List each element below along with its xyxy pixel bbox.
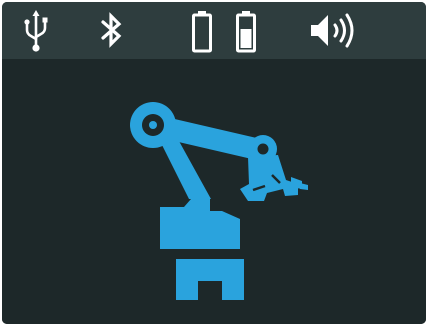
industrial-robot-arm-icon (130, 102, 308, 300)
main-screen (2, 59, 426, 324)
usb-icon (24, 10, 48, 52)
device-display (2, 2, 426, 324)
status-bar (2, 2, 426, 59)
battery-icon (236, 11, 256, 53)
bluetooth-icon (101, 12, 122, 48)
battery-icon (192, 11, 212, 53)
volume-icon (311, 13, 354, 48)
